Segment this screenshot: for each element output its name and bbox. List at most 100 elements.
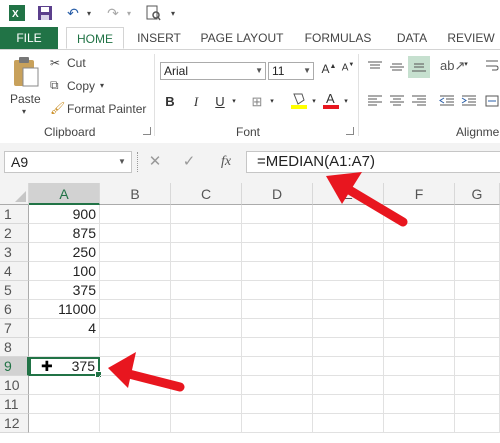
row-header-2[interactable]: 2 bbox=[0, 224, 29, 243]
cell-e7[interactable] bbox=[313, 319, 384, 338]
cell-c1[interactable] bbox=[171, 205, 242, 224]
cell-e9[interactable] bbox=[313, 357, 384, 376]
cell-a7[interactable]: 4 bbox=[29, 319, 100, 338]
increase-indent-icon[interactable] bbox=[460, 94, 478, 111]
tab-page-layout[interactable]: PAGE LAYOUT bbox=[196, 27, 288, 49]
cell-c6[interactable] bbox=[171, 300, 242, 319]
cell-g2[interactable] bbox=[455, 224, 500, 243]
cell-g12[interactable] bbox=[455, 414, 500, 433]
undo-icon[interactable]: ↶ bbox=[64, 4, 82, 22]
cell-b5[interactable] bbox=[100, 281, 171, 300]
cell-f9[interactable] bbox=[384, 357, 455, 376]
italic-button[interactable]: I bbox=[188, 94, 204, 110]
cell-c2[interactable] bbox=[171, 224, 242, 243]
cell-a4[interactable]: 100 bbox=[29, 262, 100, 281]
customize-qat-icon[interactable]: ▾ bbox=[168, 4, 178, 22]
cell-g7[interactable] bbox=[455, 319, 500, 338]
underline-dropdown-icon[interactable]: ▾ bbox=[230, 97, 238, 105]
cell-f5[interactable] bbox=[384, 281, 455, 300]
cell-e8[interactable] bbox=[313, 338, 384, 357]
shrink-font-icon[interactable]: A▼ bbox=[340, 62, 356, 73]
cell-e5[interactable] bbox=[313, 281, 384, 300]
tab-home[interactable]: HOME bbox=[66, 27, 124, 49]
select-all-corner[interactable] bbox=[0, 183, 29, 205]
paste-icon[interactable] bbox=[10, 56, 40, 88]
cell-d10[interactable] bbox=[242, 376, 313, 395]
cell-e2[interactable] bbox=[313, 224, 384, 243]
cell-d9[interactable] bbox=[242, 357, 313, 376]
column-header-d[interactable]: D bbox=[242, 183, 313, 205]
cell-e3[interactable] bbox=[313, 243, 384, 262]
cell-a8[interactable] bbox=[29, 338, 100, 357]
fill-color-icon[interactable] bbox=[290, 90, 308, 110]
cell-a5[interactable]: 375 bbox=[29, 281, 100, 300]
cell-b10[interactable] bbox=[100, 376, 171, 395]
cell-c8[interactable] bbox=[171, 338, 242, 357]
row-header-10[interactable]: 10 bbox=[0, 376, 29, 395]
cell-f2[interactable] bbox=[384, 224, 455, 243]
cell-g3[interactable] bbox=[455, 243, 500, 262]
column-header-c[interactable]: C bbox=[171, 183, 242, 205]
cell-f3[interactable] bbox=[384, 243, 455, 262]
column-header-g[interactable]: G bbox=[455, 183, 500, 205]
row-header-12[interactable]: 12 bbox=[0, 414, 29, 433]
align-left-icon[interactable] bbox=[366, 94, 384, 111]
cell-d5[interactable] bbox=[242, 281, 313, 300]
copy-button[interactable]: Copy bbox=[67, 79, 95, 93]
cell-f8[interactable] bbox=[384, 338, 455, 357]
cut-button[interactable]: Cut bbox=[67, 56, 86, 70]
merge-center-icon[interactable] bbox=[484, 94, 500, 111]
orientation-icon[interactable]: ab↗ bbox=[440, 58, 465, 74]
redo-icon[interactable]: ↷ bbox=[104, 4, 122, 22]
cell-a6[interactable]: 11000 bbox=[29, 300, 100, 319]
save-icon[interactable] bbox=[36, 4, 54, 22]
formula-input[interactable]: =MEDIAN(A1:A7) bbox=[246, 151, 500, 173]
cell-e11[interactable] bbox=[313, 395, 384, 414]
underline-button[interactable]: U bbox=[212, 94, 228, 109]
copy-dropdown-icon[interactable]: ▾ bbox=[100, 81, 104, 90]
cell-b3[interactable] bbox=[100, 243, 171, 262]
column-header-f[interactable]: F bbox=[384, 183, 455, 205]
cell-e6[interactable] bbox=[313, 300, 384, 319]
cell-a3[interactable]: 250 bbox=[29, 243, 100, 262]
align-right-icon[interactable] bbox=[410, 94, 428, 111]
row-header-4[interactable]: 4 bbox=[0, 262, 29, 281]
tab-file[interactable]: FILE bbox=[0, 27, 58, 49]
cell-c9[interactable] bbox=[171, 357, 242, 376]
row-header-6[interactable]: 6 bbox=[0, 300, 29, 319]
borders-dropdown-icon[interactable]: ▾ bbox=[268, 97, 276, 105]
cell-e10[interactable] bbox=[313, 376, 384, 395]
tab-review[interactable]: REVIEW bbox=[442, 27, 500, 49]
font-color-dropdown-icon[interactable]: ▾ bbox=[342, 97, 350, 105]
cell-g10[interactable] bbox=[455, 376, 500, 395]
grow-font-icon[interactable]: A▲ bbox=[320, 62, 338, 76]
tab-formulas[interactable]: FORMULAS bbox=[298, 27, 378, 49]
orientation-dropdown-icon[interactable]: ▾ bbox=[462, 60, 470, 68]
undo-dropdown-icon[interactable]: ▾ bbox=[84, 4, 94, 22]
align-top-icon[interactable] bbox=[366, 60, 384, 77]
font-name-select[interactable]: Arial ▼ bbox=[160, 62, 266, 80]
column-header-b[interactable]: B bbox=[100, 183, 171, 205]
tab-data[interactable]: DATA bbox=[388, 27, 436, 49]
cell-d4[interactable] bbox=[242, 262, 313, 281]
row-header-7[interactable]: 7 bbox=[0, 319, 29, 338]
cell-f6[interactable] bbox=[384, 300, 455, 319]
row-header-8[interactable]: 8 bbox=[0, 338, 29, 357]
insert-function-icon[interactable]: fx bbox=[215, 152, 237, 172]
cell-g1[interactable] bbox=[455, 205, 500, 224]
bold-button[interactable]: B bbox=[162, 94, 178, 109]
cell-c4[interactable] bbox=[171, 262, 242, 281]
tab-insert[interactable]: INSERT bbox=[130, 27, 188, 49]
cell-g6[interactable] bbox=[455, 300, 500, 319]
align-middle-icon[interactable] bbox=[388, 60, 406, 77]
cell-d3[interactable] bbox=[242, 243, 313, 262]
cell-d11[interactable] bbox=[242, 395, 313, 414]
cell-f7[interactable] bbox=[384, 319, 455, 338]
cell-c5[interactable] bbox=[171, 281, 242, 300]
paste-dropdown-icon[interactable]: ▾ bbox=[22, 107, 26, 116]
borders-icon[interactable]: ⊞ bbox=[248, 94, 266, 110]
paste-button[interactable]: Paste bbox=[10, 92, 41, 106]
cancel-icon[interactable]: ✕ bbox=[146, 152, 164, 172]
row-header-11[interactable]: 11 bbox=[0, 395, 29, 414]
column-header-e[interactable]: E bbox=[313, 183, 384, 205]
